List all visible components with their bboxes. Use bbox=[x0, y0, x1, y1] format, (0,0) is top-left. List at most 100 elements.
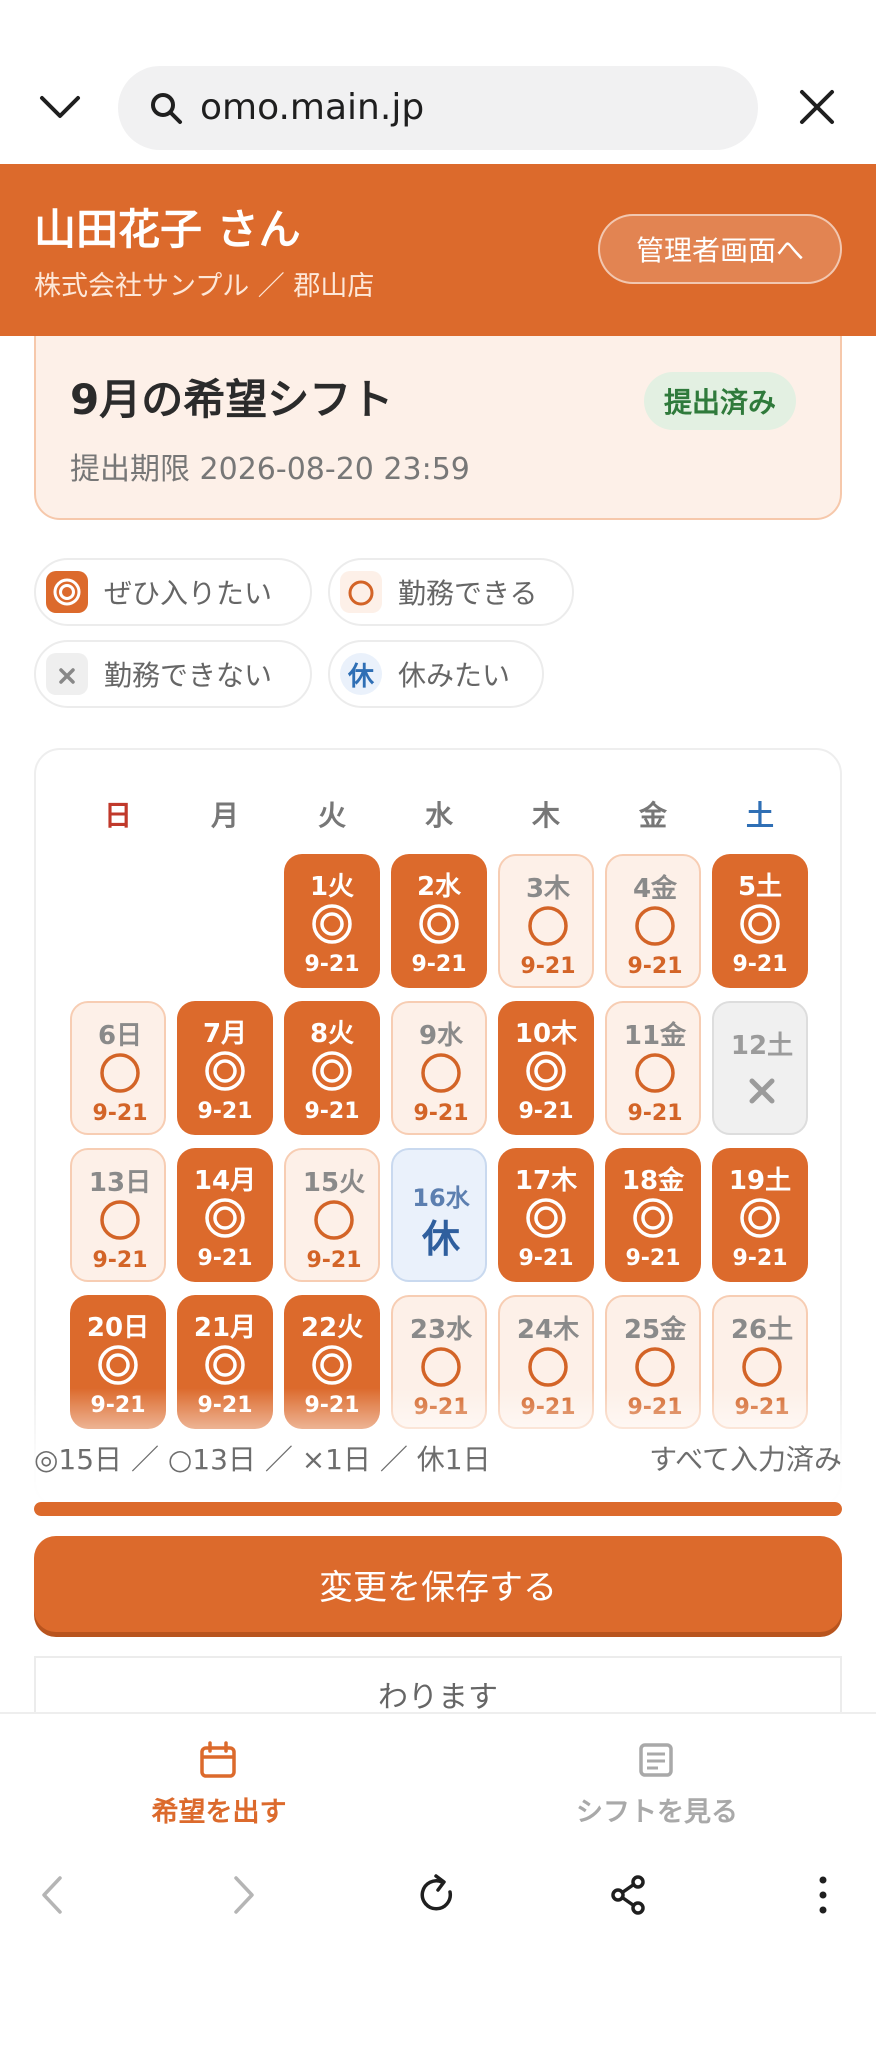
day-label: 2水 bbox=[416, 872, 462, 902]
calendar-day[interactable]: 7月 9-21 bbox=[177, 1001, 273, 1135]
store-name: 株式会社サンプル ／ 郡山店 bbox=[34, 271, 375, 302]
calendar-day[interactable]: 14月 9-21 bbox=[177, 1148, 273, 1282]
rest-icon: 休 bbox=[340, 653, 382, 695]
day-label: 11金 bbox=[623, 1021, 687, 1051]
admin-screen-button[interactable]: 管理者画面へ bbox=[598, 214, 842, 284]
day-label: 17木 bbox=[514, 1166, 578, 1196]
main-content: 9月の希望シフト 提出期限 2026-08-20 23:59 提出済み ぜひ入り… bbox=[0, 336, 876, 1712]
bottom-tab-bar: 希望を出す シフトを見る bbox=[0, 1712, 876, 1840]
circle-icon bbox=[742, 1347, 782, 1387]
circle-icon bbox=[635, 906, 675, 946]
day-label: 23水 bbox=[409, 1315, 473, 1345]
progress-fill bbox=[34, 1502, 842, 1516]
day-label: 26土 bbox=[730, 1315, 794, 1345]
tab-submit-request[interactable]: 希望を出す bbox=[0, 1714, 438, 1842]
summary-row: ◎15日 ／ ○13日 ／ ×1日 ／ 休1日 すべて入力済み bbox=[34, 1438, 842, 1478]
weekday-sat: 土 bbox=[745, 799, 774, 832]
day-label: 9水 bbox=[418, 1021, 464, 1051]
calendar-icon bbox=[200, 1741, 236, 1778]
double-circle-icon bbox=[312, 1051, 352, 1091]
notice-text: わります bbox=[34, 1656, 842, 1712]
circle-icon bbox=[100, 1053, 140, 1093]
calendar-day[interactable]: 11金 9-21 bbox=[605, 1001, 701, 1135]
double-circle-icon bbox=[205, 1198, 245, 1238]
day-label: 14月 bbox=[193, 1166, 257, 1196]
url-field[interactable]: omo.main.jp bbox=[118, 66, 758, 150]
tab-label: 希望を出す bbox=[151, 1797, 287, 1828]
circle-icon bbox=[100, 1200, 140, 1240]
save-changes-button[interactable]: 変更を保存する bbox=[34, 1536, 842, 1632]
document-icon bbox=[639, 1743, 673, 1777]
day-time: 9-21 bbox=[306, 1248, 362, 1273]
day-label: 13日 bbox=[88, 1168, 152, 1198]
calendar-day[interactable]: 9水 9-21 bbox=[391, 1001, 487, 1135]
legend-ng[interactable]: 勤務できない bbox=[34, 640, 312, 708]
day-time: 9-21 bbox=[413, 1101, 469, 1126]
calendar-day[interactable]: 10木 9-21 bbox=[498, 1001, 594, 1135]
double-circle-icon bbox=[419, 904, 459, 944]
legend-want[interactable]: ぜひ入りたい bbox=[34, 558, 312, 626]
calendar-day[interactable]: 13日 9-21 bbox=[70, 1148, 166, 1282]
day-label: 10木 bbox=[514, 1019, 578, 1049]
calendar-day[interactable]: 1火 9-21 bbox=[284, 854, 380, 988]
chevron-down-icon[interactable] bbox=[38, 92, 82, 122]
calendar-day[interactable]: 16水休 bbox=[391, 1148, 487, 1282]
legend-ok[interactable]: 勤務できる bbox=[328, 558, 574, 626]
day-label: 18金 bbox=[621, 1166, 685, 1196]
calendar-day[interactable]: 3木 9-21 bbox=[498, 854, 594, 988]
back-icon[interactable] bbox=[28, 1870, 78, 1920]
calendar-day[interactable]: 18金 9-21 bbox=[605, 1148, 701, 1282]
day-time: 9-21 bbox=[520, 954, 576, 979]
cross-icon bbox=[46, 653, 88, 695]
calendar-day[interactable]: 15火 9-21 bbox=[284, 1148, 380, 1282]
double-circle-icon bbox=[46, 571, 88, 613]
day-time: 9-21 bbox=[92, 1248, 148, 1273]
circle-icon bbox=[340, 571, 382, 613]
forward-icon[interactable] bbox=[218, 1870, 268, 1920]
day-label: 12土 bbox=[730, 1031, 794, 1061]
app-page: omo.main.jp 山田花子 さん 株式会社サンプル ／ 郡山店 管理者画面… bbox=[0, 0, 876, 2048]
calendar-day[interactable]: 5土 9-21 bbox=[712, 854, 808, 988]
more-menu-icon[interactable] bbox=[798, 1870, 848, 1920]
day-label: 20日 bbox=[86, 1313, 150, 1343]
legend-label: ぜひ入りたい bbox=[104, 577, 273, 610]
circle-icon bbox=[421, 1053, 461, 1093]
browser-nav-bar bbox=[0, 1840, 876, 1950]
rest-mark: 休 bbox=[421, 1217, 460, 1261]
weekday-fri: 金 bbox=[638, 799, 667, 832]
double-circle-icon bbox=[205, 1345, 245, 1385]
close-icon[interactable] bbox=[798, 88, 836, 126]
day-label: 24木 bbox=[516, 1315, 580, 1345]
progress-bar bbox=[34, 1502, 842, 1516]
shift-title: 9月の希望シフト bbox=[70, 375, 394, 424]
weekday-sun: 日 bbox=[103, 799, 132, 832]
calendar-day[interactable]: 19土 9-21 bbox=[712, 1148, 808, 1282]
calendar-day[interactable]: 6日 9-21 bbox=[70, 1001, 166, 1135]
day-label: 5土 bbox=[737, 872, 783, 902]
summary-counts: ◎15日 ／ ○13日 ／ ×1日 ／ 休1日 bbox=[34, 1443, 491, 1476]
cross-icon bbox=[749, 1078, 775, 1104]
system-bottom-area bbox=[0, 1950, 876, 2048]
calendar-day[interactable]: 8火 9-21 bbox=[284, 1001, 380, 1135]
double-circle-icon bbox=[633, 1198, 673, 1238]
day-time: 9-21 bbox=[627, 954, 683, 979]
day-time: 9-21 bbox=[304, 1099, 360, 1124]
day-time: 9-21 bbox=[627, 1101, 683, 1126]
circle-icon bbox=[635, 1347, 675, 1387]
double-circle-icon bbox=[98, 1345, 138, 1385]
calendar-day[interactable]: 12土 bbox=[712, 1001, 808, 1135]
legend-label: 勤務できる bbox=[398, 577, 538, 610]
calendar-day[interactable]: 17木 9-21 bbox=[498, 1148, 594, 1282]
share-icon[interactable] bbox=[604, 1870, 654, 1920]
calendar-day[interactable]: 4金 9-21 bbox=[605, 854, 701, 988]
day-label: 21月 bbox=[193, 1313, 257, 1343]
day-label: 6日 bbox=[97, 1021, 143, 1051]
legend-rest[interactable]: 休 休みたい bbox=[328, 640, 544, 708]
status-badge: 提出済み bbox=[644, 372, 797, 430]
reload-icon[interactable] bbox=[412, 1870, 462, 1920]
calendar-day[interactable]: 2水 9-21 bbox=[391, 854, 487, 988]
user-name: 山田花子 さん bbox=[34, 205, 301, 254]
double-circle-icon bbox=[312, 1345, 352, 1385]
tab-view-shift[interactable]: シフトを見る bbox=[438, 1714, 876, 1842]
day-time: 9-21 bbox=[197, 1099, 253, 1124]
